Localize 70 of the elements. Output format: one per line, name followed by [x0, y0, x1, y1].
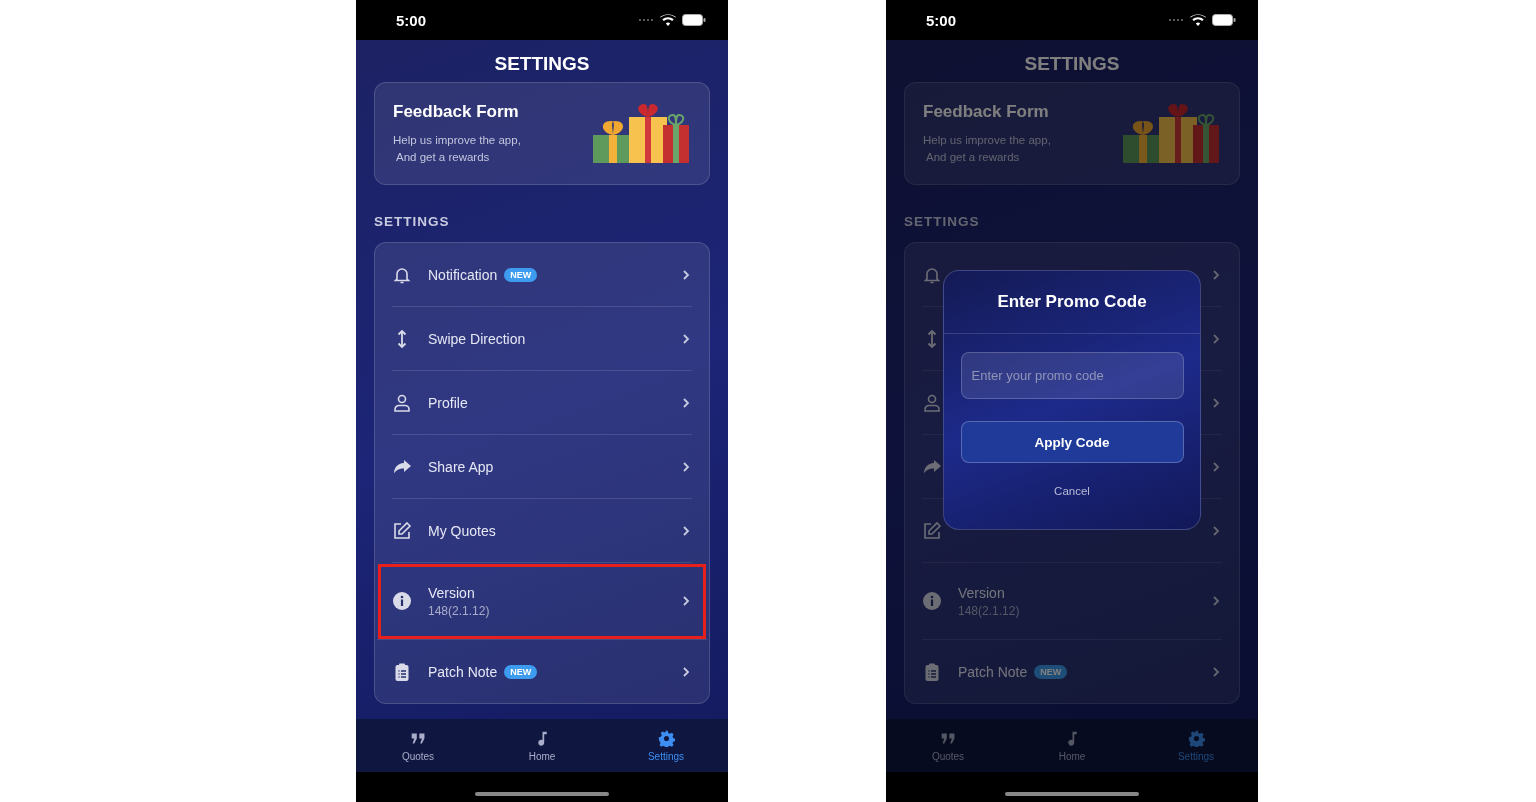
chevron-right-icon [682, 332, 690, 345]
signal-icon [638, 18, 654, 22]
settings-row[interactable]: Share App [392, 435, 692, 500]
dialog-title: Enter Promo Code [944, 271, 1200, 334]
version-number: 148(2.1.12) [428, 603, 491, 618]
feedback-text: Help us improve the app, [923, 132, 1051, 148]
row-label: Version [958, 584, 1005, 601]
section-label: SETTINGS [374, 214, 451, 230]
settings-row[interactable]: Swipe Direction [392, 307, 692, 372]
edit-icon [392, 520, 412, 541]
settings-row[interactable]: My Quotes [392, 499, 692, 564]
info-icon [392, 591, 412, 612]
tab-item[interactable]: Home [480, 719, 604, 772]
tab-item[interactable]: Quotes [356, 719, 480, 772]
wifi-icon [1190, 14, 1206, 26]
chevron-right-icon [1212, 396, 1220, 409]
chevron-right-icon [1212, 460, 1220, 473]
settings-row[interactable]: Patch Note NEW [392, 640, 692, 704]
feedback-text: Help us improve the app, [393, 132, 521, 148]
row-label: Share App [428, 458, 494, 475]
chevron-right-icon [1212, 332, 1220, 345]
chevron-right-icon [1212, 524, 1220, 537]
feedback-card[interactable]: Feedback Form Help us improve the app, And get a rewards [374, 82, 710, 186]
battery-icon [682, 14, 706, 26]
tab-item[interactable]: Settings [604, 719, 728, 772]
edit-icon [922, 520, 942, 541]
chevron-right-icon [682, 460, 690, 473]
chevron-right-icon [1212, 268, 1220, 281]
chevron-right-icon [1212, 595, 1220, 608]
version-number: 148(2.1.12) [958, 603, 1021, 618]
chevron-right-icon [682, 396, 690, 409]
battery-icon [1212, 14, 1236, 26]
new-badge: NEW [1034, 664, 1068, 679]
row-label: Patch Note [428, 663, 498, 680]
settings-row[interactable]: Profile [392, 371, 692, 436]
status-time: 5:00 [926, 11, 957, 29]
settings-row[interactable]: Version 148(2.1.12) [922, 563, 1222, 641]
new-badge: NEW [504, 664, 538, 679]
settings-row[interactable]: Version 148(2.1.12) [377, 563, 707, 641]
row-label: Swipe Direction [428, 330, 526, 347]
feedback-title: Feedback Form [923, 101, 1050, 122]
chevron-right-icon [682, 665, 690, 678]
settings-row[interactable]: Patch Note NEW [922, 640, 1222, 704]
chevron-right-icon [682, 595, 690, 608]
feedback-title: Feedback Form [393, 101, 520, 122]
screen-title: SETTINGS [493, 52, 591, 76]
section-label: SETTINGS [904, 214, 981, 230]
chevron-right-icon [1212, 665, 1220, 678]
screen-title: SETTINGS [1023, 52, 1121, 76]
row-label: Notification [428, 266, 498, 283]
feedback-text: And get a rewards [395, 149, 491, 165]
wifi-icon [660, 14, 676, 26]
row-label: Version [428, 584, 475, 601]
cancel-button[interactable]: Cancel [1050, 483, 1094, 499]
new-badge: NEW [504, 267, 538, 282]
settings-row[interactable]: Notification NEW [392, 243, 692, 308]
apply-code-button[interactable]: Apply Code [960, 421, 1184, 463]
person-icon [922, 392, 942, 413]
settings-icon [1187, 729, 1205, 747]
chevron-right-icon [682, 268, 690, 281]
settings-icon [657, 729, 675, 747]
chevron-right-icon [682, 524, 690, 537]
row-label: My Quotes [428, 522, 496, 539]
signal-icon [1168, 18, 1184, 22]
feedback-text: And get a rewards [925, 149, 1021, 165]
info-icon [922, 591, 942, 612]
status-time: 5:00 [396, 11, 427, 29]
person-icon [392, 392, 412, 413]
row-label: Patch Note [958, 663, 1028, 680]
row-label: Profile [428, 394, 468, 411]
